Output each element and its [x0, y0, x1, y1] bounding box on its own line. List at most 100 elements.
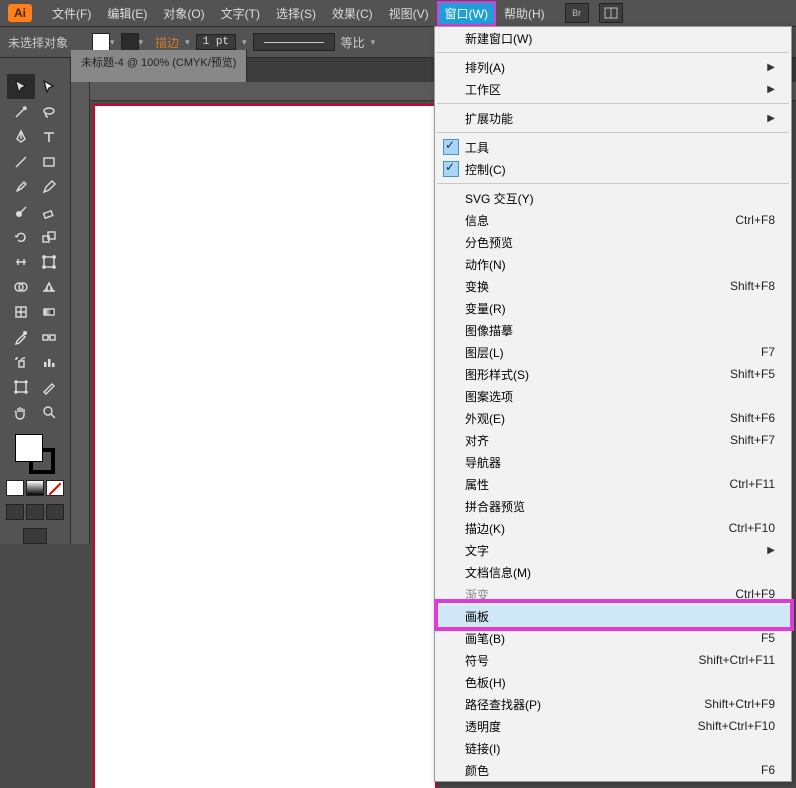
menu-item-链接[interactable]: 链接(I): [435, 737, 791, 759]
menu-item-工具[interactable]: 工具: [435, 136, 791, 158]
menu-item-拼合器预览[interactable]: 拼合器预览: [435, 495, 791, 517]
menu-item-动作[interactable]: 动作(N): [435, 253, 791, 275]
stroke-profile[interactable]: [253, 33, 335, 51]
menu-item-描边[interactable]: 描边(K)Ctrl+F10: [435, 517, 791, 539]
type-tool[interactable]: [35, 124, 63, 149]
draw-normal-icon[interactable]: [6, 504, 24, 520]
arrange-documents-button[interactable]: [599, 3, 623, 23]
menu-item-外观[interactable]: 外观(E)Shift+F6: [435, 407, 791, 429]
mesh-tool[interactable]: [7, 299, 35, 324]
menu-item-label: 画板: [465, 608, 489, 625]
slice-tool[interactable]: [35, 374, 63, 399]
menu-item-控制[interactable]: 控制(C): [435, 158, 791, 180]
menu-item-导航器[interactable]: 导航器: [435, 451, 791, 473]
menu-item-label: 排列(A): [465, 59, 505, 76]
menu-item-扩展功能[interactable]: 扩展功能▶: [435, 107, 791, 129]
menu-item-label: 符号: [465, 652, 489, 669]
rectangle-tool[interactable]: [35, 149, 63, 174]
free-transform-tool[interactable]: [35, 249, 63, 274]
menu-视图[interactable]: 视图(V): [381, 1, 437, 26]
zoom-tool[interactable]: [35, 399, 63, 424]
menu-item-新建窗口[interactable]: 新建窗口(W): [435, 27, 791, 49]
menu-item-文档信息[interactable]: 文档信息(M): [435, 561, 791, 583]
menu-item-工作区[interactable]: 工作区▶: [435, 78, 791, 100]
menu-item-变量[interactable]: 变量(R): [435, 297, 791, 319]
menu-item-排列[interactable]: 排列(A)▶: [435, 56, 791, 78]
blob-brush-tool[interactable]: [7, 199, 35, 224]
menu-shortcut: Shift+F5: [730, 367, 775, 381]
menu-item-颜色[interactable]: 颜色F6: [435, 759, 791, 781]
stroke-weight-input[interactable]: 1 pt: [196, 34, 236, 50]
menu-item-图形样式[interactable]: 图形样式(S)Shift+F5: [435, 363, 791, 385]
symbol-sprayer-tool[interactable]: [7, 349, 35, 374]
menu-item-信息[interactable]: 信息Ctrl+F8: [435, 209, 791, 231]
menu-item-画板[interactable]: 画板: [435, 605, 791, 627]
shape-builder-tool[interactable]: [7, 274, 35, 299]
direct-selection-tool[interactable]: [35, 74, 63, 99]
menu-帮助[interactable]: 帮助(H): [496, 1, 553, 26]
menu-文件[interactable]: 文件(F): [44, 1, 99, 26]
menu-item-label: 渐变: [465, 586, 489, 603]
pen-tool[interactable]: [7, 124, 35, 149]
menu-shortcut: Ctrl+F11: [730, 477, 775, 491]
menu-item-渐变[interactable]: 渐变Ctrl+F9: [435, 583, 791, 605]
menu-窗口[interactable]: 窗口(W): [437, 1, 496, 26]
menu-item-label: 透明度: [465, 718, 501, 735]
gradient-tool[interactable]: [35, 299, 63, 324]
menu-item-label: 路径查找器(P): [465, 696, 541, 713]
hand-tool[interactable]: [7, 399, 35, 424]
none-mode-icon[interactable]: [46, 480, 64, 496]
menu-item-分色预览[interactable]: 分色预览: [435, 231, 791, 253]
menu-item-label: SVG 交互(Y): [465, 190, 534, 207]
menu-item-文字[interactable]: 文字▶: [435, 539, 791, 561]
color-mode-icon[interactable]: [6, 480, 24, 496]
menu-对象[interactable]: 对象(O): [155, 1, 212, 26]
stroke-swatch[interactable]: ▾: [121, 33, 144, 51]
stroke-label[interactable]: 描边: [155, 34, 179, 51]
selection-status: 未选择对象: [8, 34, 68, 51]
menu-items: 文件(F)编辑(E)对象(O)文字(T)选择(S)效果(C)视图(V)窗口(W)…: [44, 1, 553, 26]
menu-item-画笔[interactable]: 画笔(B)F5: [435, 627, 791, 649]
menu-item-属性[interactable]: 属性Ctrl+F11: [435, 473, 791, 495]
menu-item-符号[interactable]: 符号Shift+Ctrl+F11: [435, 649, 791, 671]
artboard-canvas[interactable]: [93, 104, 437, 788]
rotate-tool[interactable]: [7, 224, 35, 249]
menu-item-色板[interactable]: 色板(H): [435, 671, 791, 693]
fill-swatch[interactable]: ▾: [92, 33, 115, 51]
pencil-tool[interactable]: [35, 174, 63, 199]
menu-编辑[interactable]: 编辑(E): [99, 1, 155, 26]
menu-文字[interactable]: 文字(T): [213, 1, 268, 26]
menu-效果[interactable]: 效果(C): [324, 1, 381, 26]
menu-item-变换[interactable]: 变换Shift+F8: [435, 275, 791, 297]
fill-stroke-indicator[interactable]: [15, 434, 55, 474]
menu-item-对齐[interactable]: 对齐Shift+F7: [435, 429, 791, 451]
artboard-tool[interactable]: [7, 374, 35, 399]
document-tab[interactable]: 未标题-4 @ 100% (CMYK/预览): [71, 50, 247, 82]
menu-item-图像描摹[interactable]: 图像描摹: [435, 319, 791, 341]
magic-wand-tool[interactable]: [7, 99, 35, 124]
screen-mode-icon[interactable]: [23, 528, 47, 544]
line-tool[interactable]: [7, 149, 35, 174]
menu-shortcut: Shift+F8: [730, 279, 775, 293]
width-tool[interactable]: [7, 249, 35, 274]
menu-item-路径查找器[interactable]: 路径查找器(P)Shift+Ctrl+F9: [435, 693, 791, 715]
bridge-button[interactable]: Br: [565, 3, 589, 23]
paintbrush-tool[interactable]: [7, 174, 35, 199]
blend-tool[interactable]: [35, 324, 63, 349]
draw-behind-icon[interactable]: [26, 504, 44, 520]
eyedropper-tool[interactable]: [7, 324, 35, 349]
fill-color-icon[interactable]: [15, 434, 43, 462]
scale-tool[interactable]: [35, 224, 63, 249]
gradient-mode-icon[interactable]: [26, 480, 44, 496]
lasso-tool[interactable]: [35, 99, 63, 124]
menu-item-透明度[interactable]: 透明度Shift+Ctrl+F10: [435, 715, 791, 737]
eraser-tool[interactable]: [35, 199, 63, 224]
menu-选择[interactable]: 选择(S): [268, 1, 324, 26]
menu-item-SVG交互[interactable]: SVG 交互(Y): [435, 187, 791, 209]
draw-inside-icon[interactable]: [46, 504, 64, 520]
perspective-grid-tool[interactable]: [35, 274, 63, 299]
menu-item-图案选项[interactable]: 图案选项: [435, 385, 791, 407]
menu-item-图层[interactable]: 图层(L)F7: [435, 341, 791, 363]
selection-tool[interactable]: [7, 74, 35, 99]
column-graph-tool[interactable]: [35, 349, 63, 374]
